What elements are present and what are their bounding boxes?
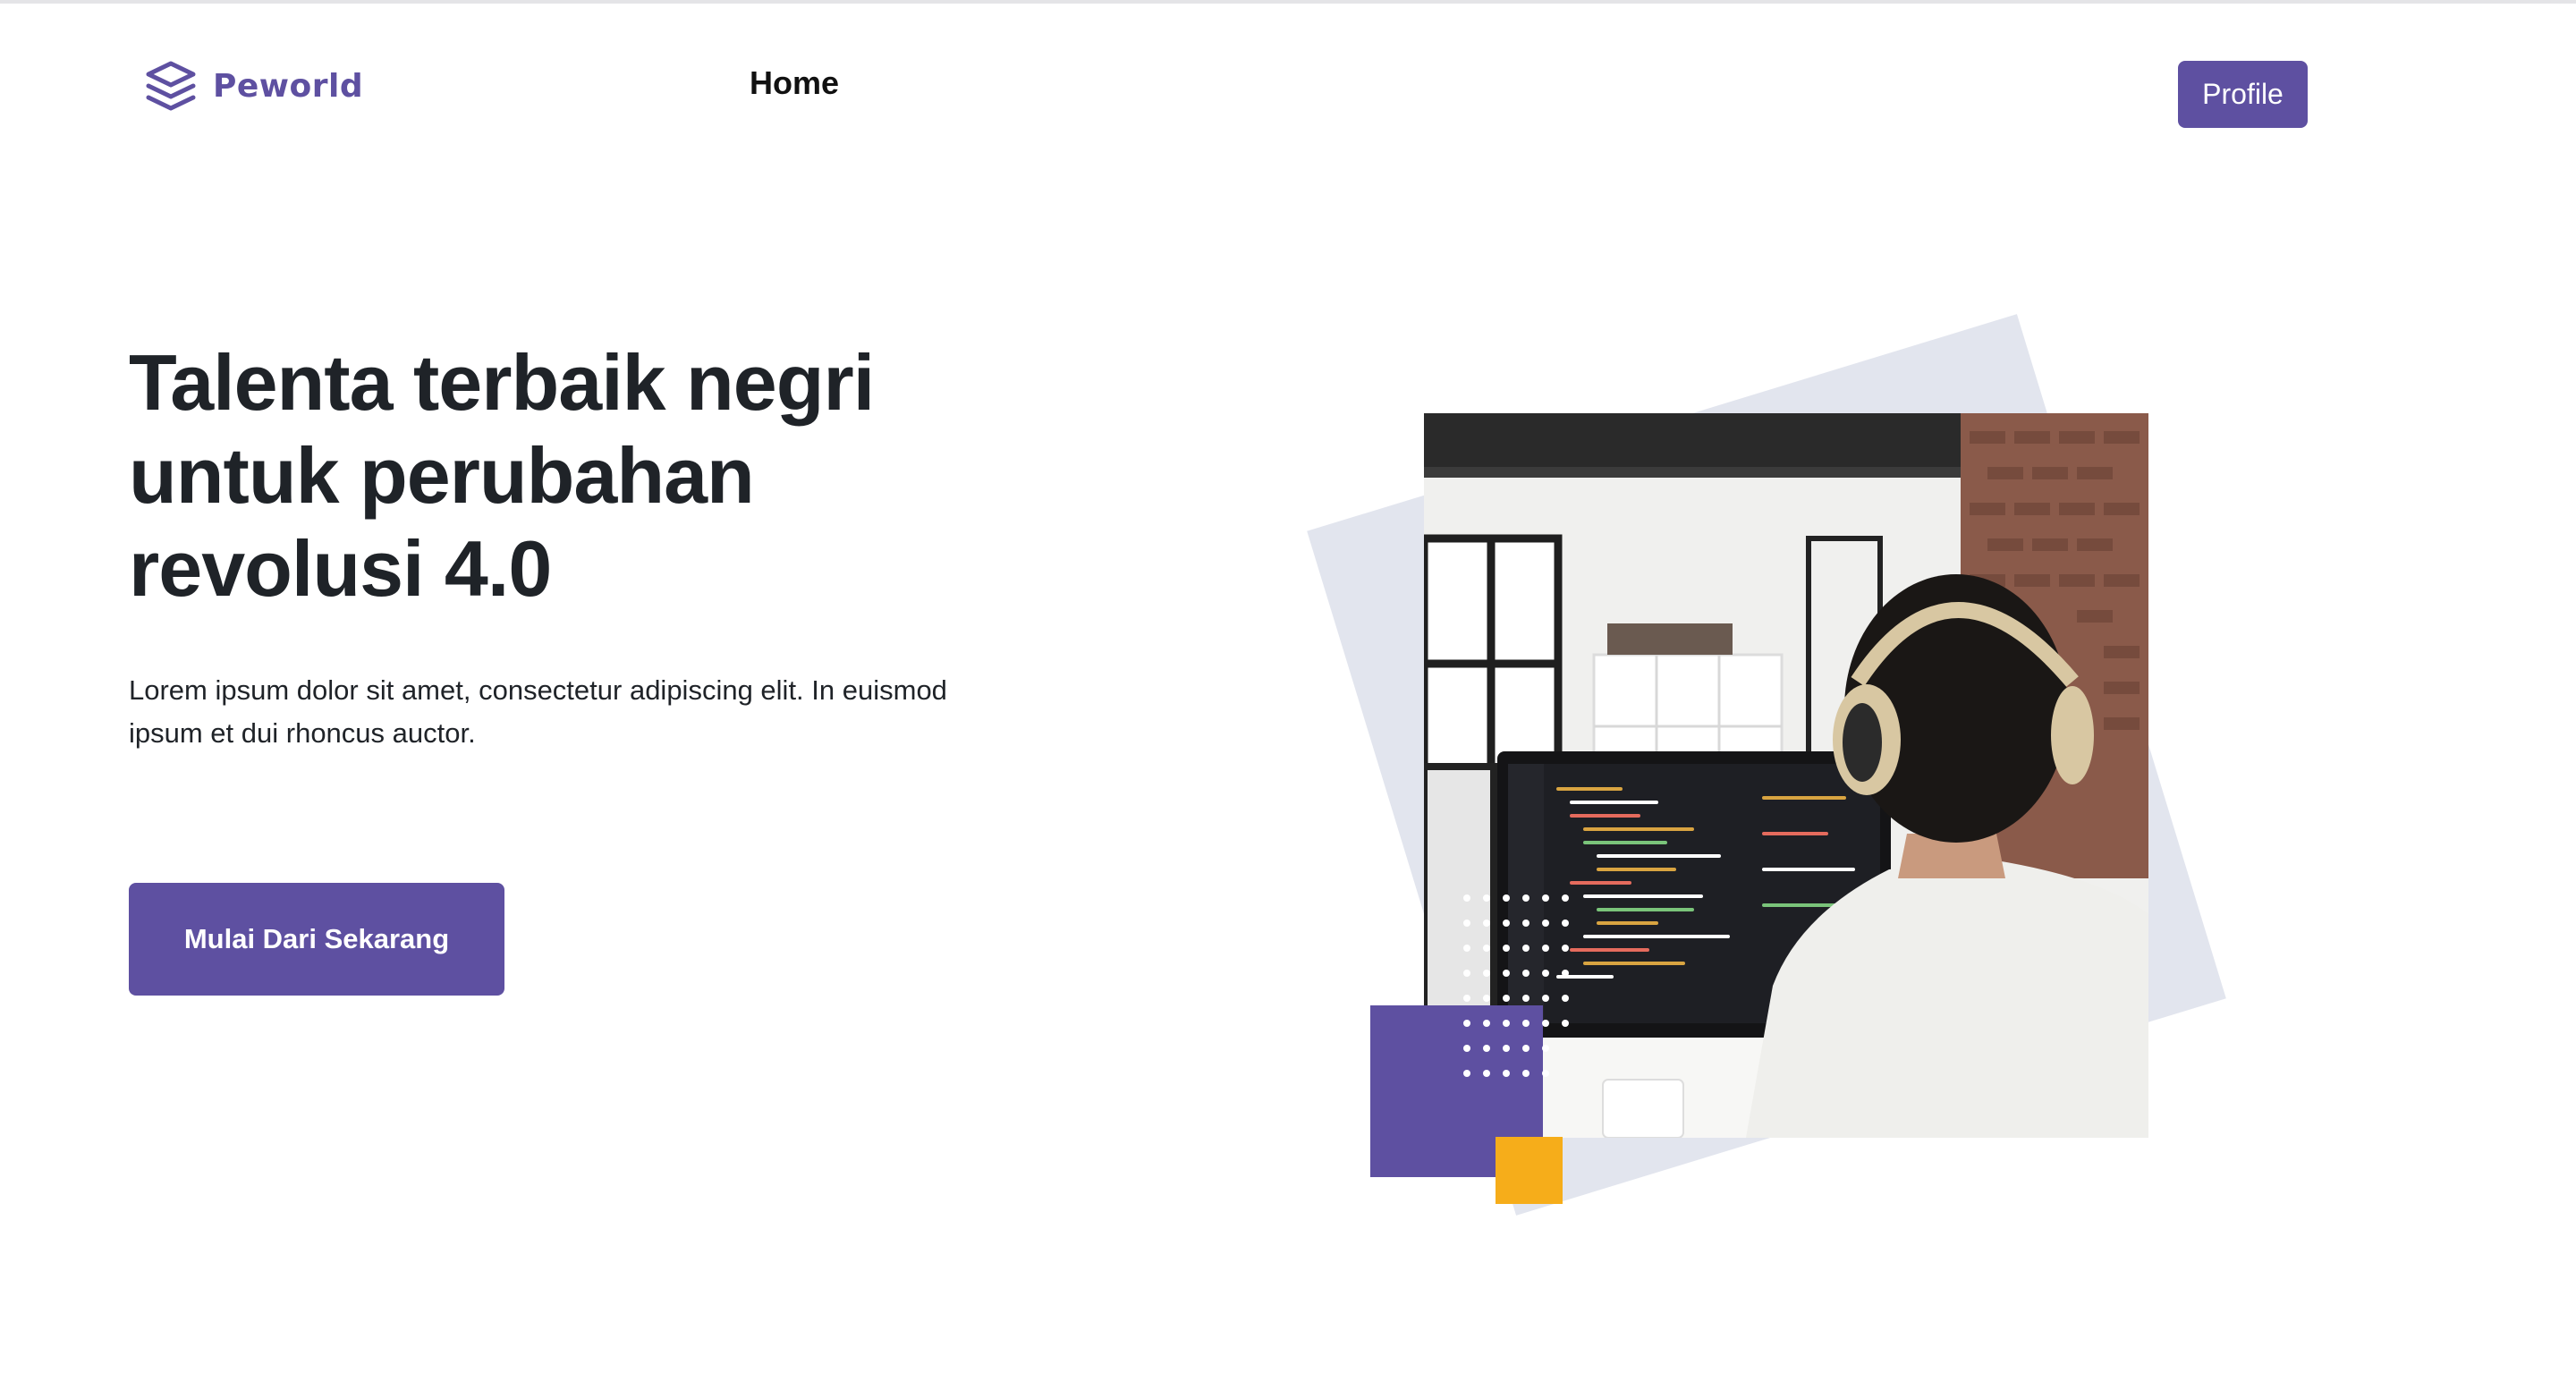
start-now-button[interactable]: Mulai Dari Sekarang	[129, 883, 504, 996]
profile-button[interactable]: Profile	[2178, 61, 2308, 128]
decorative-yellow-square	[1496, 1137, 1563, 1204]
brand-name: Peworld	[213, 67, 364, 105]
hero-title: Talenta terbaik negri untuk perubahan re…	[129, 336, 1023, 615]
hero-title-line: Talenta terbaik negri	[129, 338, 875, 427]
hero-title-line: revolusi 4.0	[129, 524, 552, 613]
brand-logo[interactable]: Peworld	[143, 59, 363, 113]
decorative-dot-grid	[1463, 894, 1569, 1077]
hero-title-line: untuk perubahan	[129, 431, 755, 520]
hero-description-line: ipsum et dui rhoncus auctor.	[129, 717, 476, 749]
layers-icon	[143, 60, 199, 112]
hero-description: Lorem ipsum dolor sit amet, consectetur …	[129, 669, 1023, 755]
nav-home-link[interactable]: Home	[750, 64, 839, 102]
top-border	[0, 0, 2576, 4]
hero-description-line: Lorem ipsum dolor sit amet, consectetur …	[129, 674, 947, 706]
